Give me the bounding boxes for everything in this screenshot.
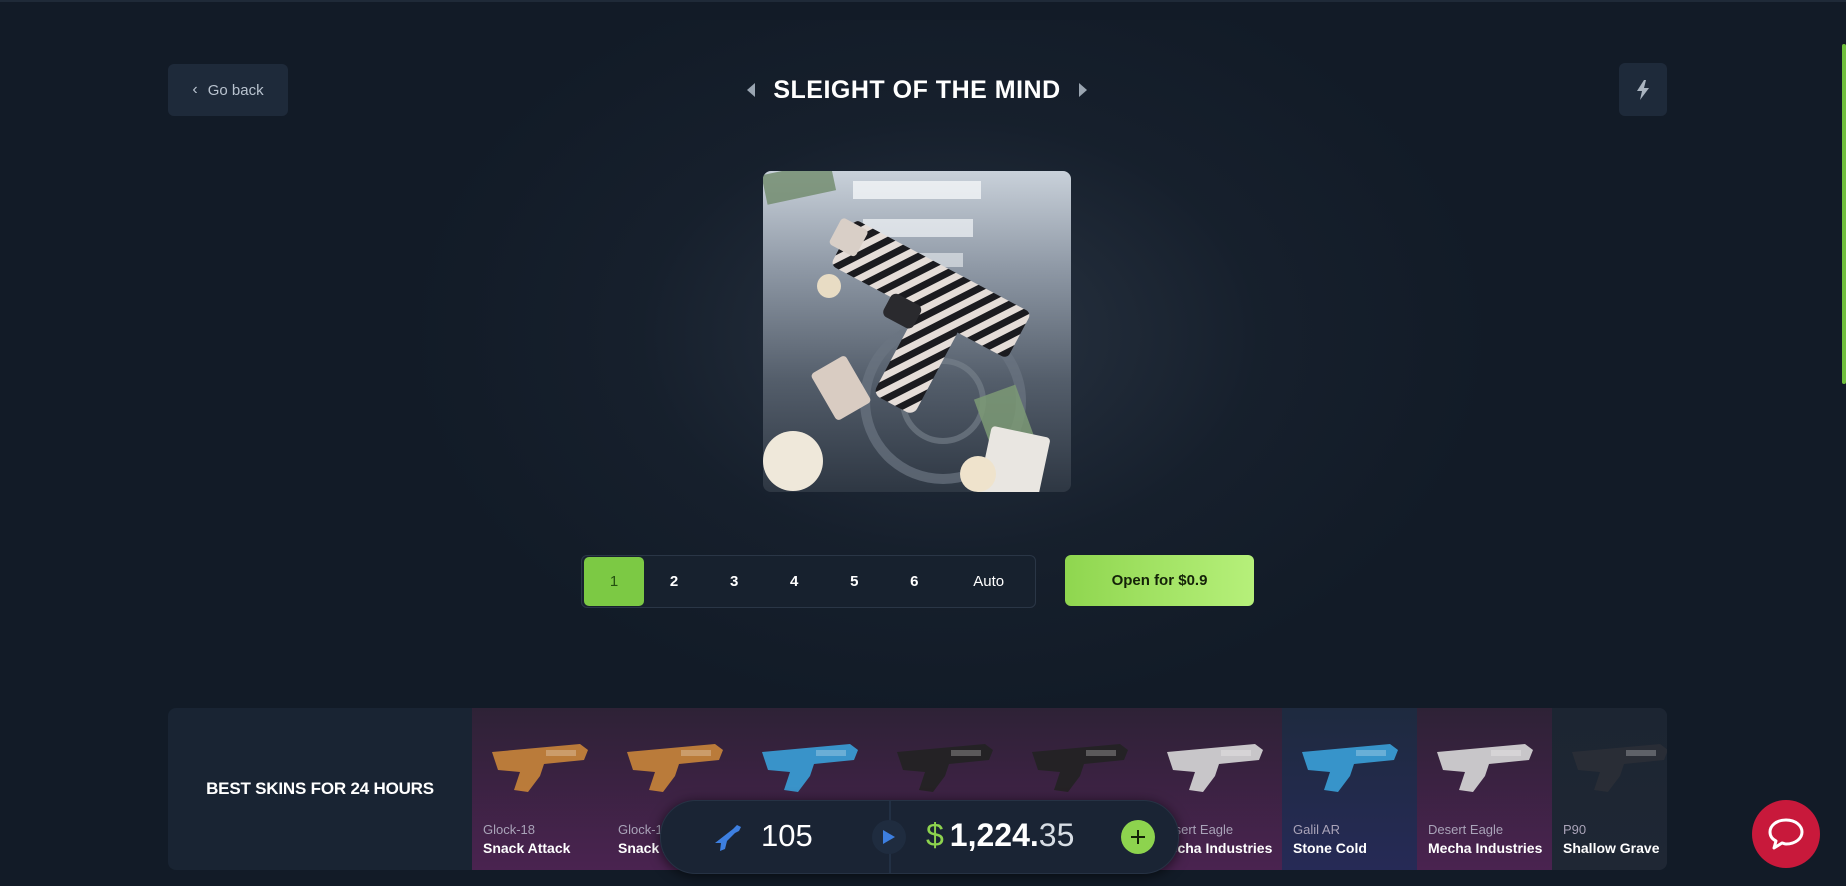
next-case-arrow-icon[interactable] bbox=[1078, 83, 1087, 97]
open-quantity-selector: 1 2 3 4 5 6 Auto bbox=[581, 555, 1036, 608]
skin-name: Stone Cold bbox=[1293, 840, 1367, 856]
open-case-button[interactable]: Open for $0.9 bbox=[1065, 555, 1254, 606]
weapon-image bbox=[492, 744, 588, 792]
top-divider bbox=[0, 0, 1846, 2]
plus-icon bbox=[1131, 830, 1145, 844]
currency-symbol: $ bbox=[926, 817, 944, 853]
play-button[interactable] bbox=[872, 820, 906, 854]
quantity-option-4[interactable]: 4 bbox=[764, 557, 824, 606]
best-skin-card[interactable]: Glock-18 Snack Attack bbox=[472, 708, 607, 870]
quantity-option-1[interactable]: 1 bbox=[584, 557, 645, 606]
skin-weapon: Galil AR bbox=[1293, 822, 1340, 837]
quantity-option-5[interactable]: 5 bbox=[824, 557, 884, 606]
wallet-bar: 105 $1,224.35 bbox=[660, 800, 1179, 874]
best-skin-card[interactable]: P90 Shallow Grave bbox=[1552, 708, 1667, 870]
weapon-image bbox=[1437, 744, 1533, 792]
lightning-icon bbox=[1637, 79, 1649, 100]
rifle-icon bbox=[715, 825, 741, 851]
best-skins-title: BEST SKINS FOR 24 HOURS bbox=[206, 779, 434, 798]
skin-name: Snack Attack bbox=[483, 840, 571, 856]
chat-bubble-icon bbox=[1768, 818, 1804, 850]
weapon-image bbox=[1032, 744, 1128, 792]
balance-decimal: 35 bbox=[1038, 817, 1075, 853]
skin-weapon: Desert Eagle bbox=[1428, 822, 1504, 837]
weapon-image bbox=[1302, 744, 1398, 792]
quantity-option-2[interactable]: 2 bbox=[644, 557, 704, 606]
quantity-option-6[interactable]: 6 bbox=[884, 557, 944, 606]
previous-case-arrow-icon[interactable] bbox=[747, 83, 756, 97]
case-image bbox=[763, 171, 1071, 492]
chevron-left-icon: ‹ bbox=[192, 81, 198, 98]
balance-integer: 1,224. bbox=[949, 817, 1039, 853]
chat-button[interactable] bbox=[1752, 800, 1820, 868]
case-title-bar: SLEIGHT OF THE MIND bbox=[730, 72, 1104, 108]
skin-name: Mecha Industries bbox=[1428, 840, 1543, 856]
case-title: SLEIGHT OF THE MIND bbox=[773, 75, 1061, 104]
best-skin-card[interactable]: Galil AR Stone Cold bbox=[1282, 708, 1417, 870]
weapon-image bbox=[762, 744, 858, 792]
scrollbar[interactable] bbox=[1842, 44, 1846, 384]
best-skin-card[interactable]: Desert Eagle Mecha Industries bbox=[1417, 708, 1552, 870]
skin-weapon: Glock-18 bbox=[483, 822, 536, 837]
balance: $1,224.35 bbox=[926, 817, 1074, 854]
quantity-option-auto[interactable]: Auto bbox=[944, 557, 1033, 606]
add-funds-button[interactable] bbox=[1121, 820, 1155, 854]
weapon-image bbox=[1572, 744, 1667, 792]
weapon-image bbox=[1167, 744, 1263, 792]
items-count: 105 bbox=[761, 818, 813, 853]
quantity-option-3[interactable]: 3 bbox=[704, 557, 764, 606]
fast-open-button[interactable] bbox=[1619, 63, 1667, 116]
skin-name: Shallow Grave bbox=[1563, 840, 1660, 856]
skin-weapon: P90 bbox=[1563, 822, 1587, 837]
go-back-button[interactable]: ‹ Go back bbox=[168, 64, 288, 116]
play-icon bbox=[883, 830, 895, 844]
go-back-label: Go back bbox=[207, 81, 264, 99]
case-artwork bbox=[763, 171, 1050, 492]
weapon-image bbox=[897, 744, 993, 792]
weapon-image bbox=[627, 744, 723, 792]
